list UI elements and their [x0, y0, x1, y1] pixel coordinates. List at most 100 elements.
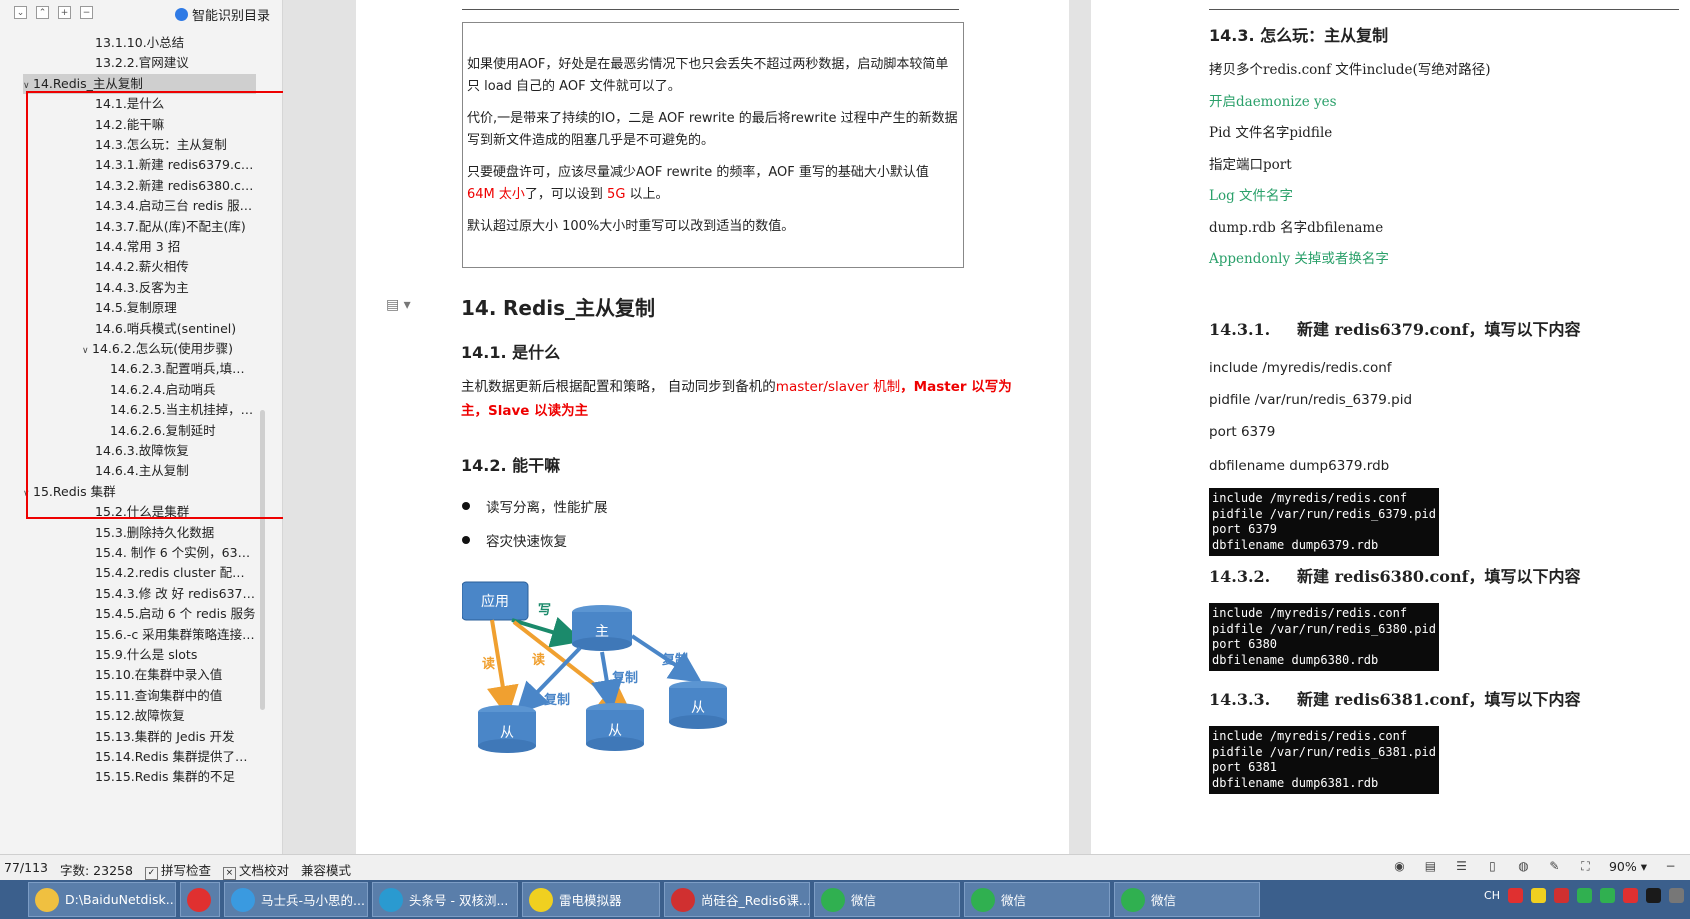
reading-view-icon[interactable]: ▯ [1485, 859, 1500, 874]
wechat-tray-icon[interactable] [1600, 888, 1615, 903]
heading-14-1: 14.1. 是什么 [461, 343, 561, 362]
slave-node: 从 [478, 705, 536, 753]
toc-item[interactable]: 15.11.查询集群中的值 [95, 686, 256, 706]
write-label: 写 [538, 603, 551, 618]
read-label: 读 [482, 656, 495, 672]
heading-14-3-2: 14.3.2. 新建 redis6380.conf，填写以下内容 [1209, 567, 1581, 586]
toc-item[interactable]: 15.14.Redis 集群提供了以下好处 [95, 747, 256, 767]
fit-page-icon[interactable]: ⛶ [1578, 859, 1593, 874]
volume-icon[interactable] [1669, 888, 1684, 903]
copy-label: 复制 [543, 692, 570, 708]
svg-text:从: 从 [608, 723, 622, 739]
proofread-button[interactable]: × 文档校对 [222, 860, 289, 880]
toc-item[interactable]: 15.12.故障恢复 [95, 706, 256, 726]
conf-line: port 6379 [1209, 424, 1276, 440]
slave-node: 从 [669, 681, 727, 729]
word-count[interactable]: 字数: 23258 [60, 860, 133, 880]
toc-item[interactable]: 15.10.在集群中录入值 [95, 665, 256, 685]
status-bar: 77/113 字数: 23258 ✓ 拼写检查 × 文档校对 兼容模式 ◉ ▤ ☰ … [0, 854, 1690, 881]
wechat-tray-icon[interactable] [1577, 888, 1592, 903]
expand-up-icon[interactable]: ⌃ [36, 6, 49, 19]
app-window: ⌄ ⌃ + − 智能识别目录 13.1.10.小总结 13.2.2.官网建议 ∨ 14… [0, 0, 1690, 919]
toc-item[interactable]: 15.4.2.redis cluster 配置修改 [95, 563, 256, 583]
config-note-line: 开启daemonize yes [1209, 93, 1337, 110]
page-divider [462, 9, 959, 10]
collapse-all-icon[interactable]: ⌄ [14, 6, 27, 19]
master-slave-diagram: 应用 写 主 读 读 复制 复制 复制 从 从 从 [462, 581, 727, 753]
conf-line: include /myredis/redis.conf [1209, 360, 1392, 376]
smart-toc-button[interactable]: 智能识别目录 [174, 5, 270, 24]
config-note-line: 指定端口port [1209, 156, 1292, 173]
slave-node: 从 [586, 703, 644, 751]
toc-item[interactable]: 13.2.2.官网建议 [95, 53, 256, 73]
toc-item[interactable]: 15.6.-c 采用集群策略连接，设置数据会自动切换到相应的写主机 [95, 625, 256, 645]
read-label: 读 [532, 652, 545, 668]
nav-toolbar: ⌄ ⌃ + − 智能识别目录 [0, 0, 282, 28]
taskbar-item[interactable] [180, 882, 220, 917]
taskbar-item[interactable]: 微信 [814, 882, 960, 917]
config-note-line: dump.rdb 名字dbfilename [1209, 219, 1384, 236]
toc-item[interactable]: 15.3.删除持久化数据 [95, 523, 256, 543]
heading-14-2: 14.2. 能干嘛 [461, 456, 561, 475]
svg-text:从: 从 [500, 725, 514, 741]
aof-paragraph-2: 代价,一是带来了持续的IO，二是 AOF rewrite 的最后将rewrite… [467, 111, 958, 148]
config-note-line: Pid 文件名字pidfile [1209, 125, 1333, 141]
config-note-line: 拷贝多个redis.conf 文件include(写绝对路径) [1209, 62, 1491, 78]
app-icon [821, 887, 845, 912]
taskbar-item[interactable]: 马士兵-马小思的... [224, 882, 368, 917]
heading-14-3-1: 14.3.1. 新建 redis6379.conf，填写以下内容 [1209, 320, 1581, 339]
conf-line: dbfilename dump6379.rdb [1209, 458, 1390, 474]
highlight-box [26, 91, 292, 519]
smart-toc-icon [174, 8, 188, 21]
tray-app-icon[interactable] [1646, 888, 1661, 903]
add-heading-icon[interactable]: + [58, 6, 71, 19]
heading-14-3: 14.3. 怎么玩：主从复制 [1209, 26, 1389, 45]
document-page-left: 如果使用AOF，好处是在最恶劣情况下也只会丢失不超过两秒数据，启动脚本较简单只 … [356, 0, 1069, 854]
sogou-icon[interactable] [1508, 888, 1523, 903]
taskbar-item[interactable]: 雷电模拟器 [522, 882, 660, 917]
code-block-6380: include /myredis/redis.conf pidfile /var… [1209, 603, 1439, 671]
taskbar-item[interactable]: 头条号 - 双核浏... [372, 882, 518, 917]
master-slave-description: 主机数据更新后根据配置和策略， 自动同步到备机的master/slaver 机制… [461, 379, 1012, 419]
remove-heading-icon[interactable]: − [80, 6, 93, 19]
toc-item[interactable]: 15.9.什么是 slots [95, 645, 256, 665]
page-view-icon[interactable]: ▤ [1423, 859, 1438, 874]
taskbar-item[interactable]: 微信 [1114, 882, 1260, 917]
toc-item[interactable]: 15.4. 制作 6 个实例，6379,6380,6381,6389,6390,… [95, 543, 256, 563]
page-counter[interactable]: 77/113 [4, 860, 48, 880]
aof-paragraph-1: 如果使用AOF，好处是在最恶劣情况下也只会丢失不超过两秒数据，启动脚本较简单只 … [467, 57, 949, 94]
web-view-icon[interactable]: ◍ [1516, 859, 1531, 874]
zoom-level[interactable]: 90% ▾ [1609, 859, 1647, 874]
smart-toc-label: 智能识别目录 [191, 9, 270, 24]
toc-item[interactable]: 15.4.3.修 改 好 redis6379.conf 文件 [95, 584, 256, 604]
compat-mode-label: 兼容模式 [300, 863, 351, 878]
toc-item[interactable]: 15.15.Redis 集群的不足 [95, 767, 256, 787]
outline-view-icon[interactable]: ☰ [1454, 859, 1469, 874]
emulator-tray-icon[interactable] [1531, 888, 1546, 903]
app-icon [379, 887, 403, 912]
toc-item[interactable]: 13.1.10.小总结 [95, 33, 256, 53]
checkbox-icon: ✓ [144, 867, 158, 880]
app-icon [35, 887, 59, 912]
copy-label: 复制 [661, 652, 688, 668]
spell-check-button[interactable]: ✓ 拼写检查 [144, 860, 211, 880]
aof-paragraph-4: 默认超过原大小 100%大小时重写可以改到适当的数值。 [467, 219, 795, 234]
svg-text:从: 从 [691, 700, 705, 716]
taskbar-item[interactable]: D:\BaiduNetdisk... [28, 882, 176, 917]
language-indicator[interactable]: CH [1484, 889, 1500, 902]
heading-14-3-3: 14.3.3. 新建 redis6381.conf，填写以下内容 [1209, 690, 1581, 709]
netease-tray-icon[interactable] [1623, 888, 1638, 903]
zoom-out-icon[interactable]: − [1663, 859, 1678, 874]
wps-tray-icon[interactable] [1554, 888, 1569, 903]
app-icon [671, 887, 695, 912]
app-icon [187, 887, 211, 912]
aof-note-box: 如果使用AOF，好处是在最恶劣情况下也只会丢失不超过两秒数据，启动脚本较简单只 … [462, 22, 964, 268]
toc-item[interactable]: 15.4.5.启动 6 个 redis 服务 [95, 604, 256, 624]
eye-protection-icon[interactable]: ◉ [1392, 859, 1407, 874]
pen-icon[interactable]: ✎ [1547, 859, 1562, 874]
taskbar-item[interactable]: 尚硅谷_Redis6课... [664, 882, 810, 917]
toc-item[interactable]: 15.13.集群的 Jedis 开发 [95, 727, 256, 747]
paragraph-style-icon[interactable]: ▤ ▾ [386, 297, 411, 313]
taskbar-item[interactable]: 微信 [964, 882, 1110, 917]
document-area: 如果使用AOF，好处是在最恶劣情况下也只会丢失不超过两秒数据，启动脚本较简单只 … [283, 0, 1690, 854]
